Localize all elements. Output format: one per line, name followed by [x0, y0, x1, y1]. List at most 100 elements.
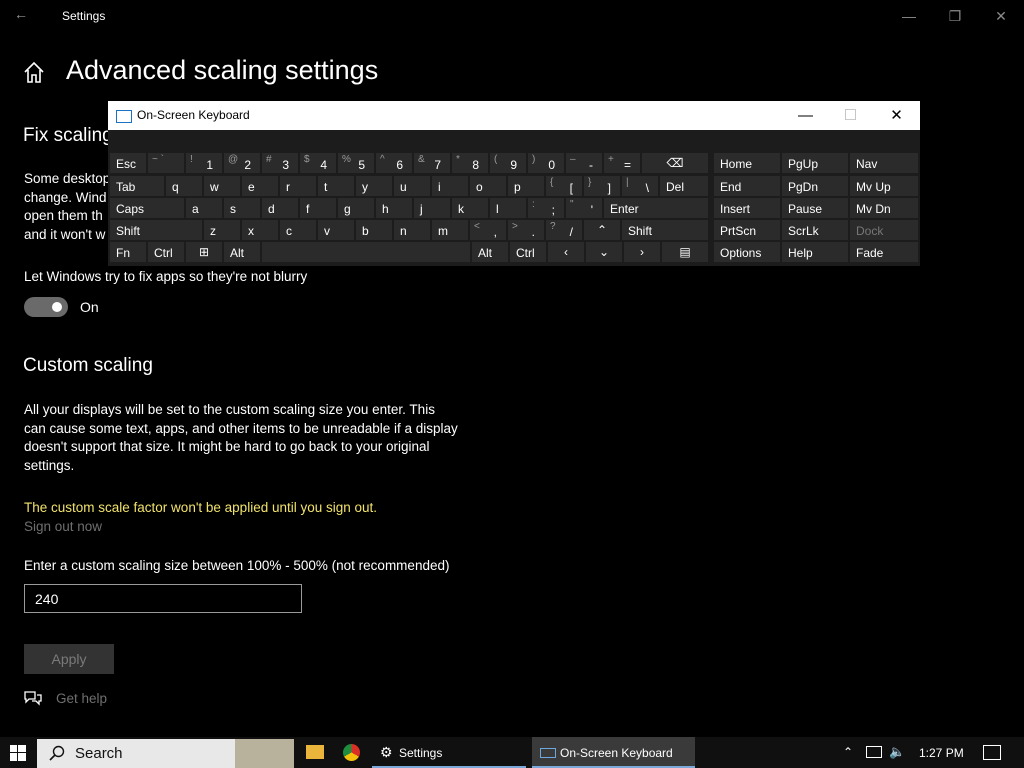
windows-start-icon[interactable]: [10, 745, 26, 761]
shift-right-key[interactable]: Shift: [622, 220, 708, 240]
symbol-key[interactable]: | \: [622, 176, 658, 196]
help-key[interactable]: Help: [782, 242, 848, 262]
letter-key-o[interactable]: o: [470, 176, 506, 196]
home-key[interactable]: Home: [714, 153, 780, 173]
close-button[interactable]: ✕: [978, 4, 1024, 28]
letter-key-z[interactable]: z: [204, 220, 240, 240]
minimize-button[interactable]: —: [886, 4, 932, 28]
insert-key[interactable]: Insert: [714, 198, 780, 218]
number-row-key[interactable]: ) 0: [528, 153, 564, 173]
file-explorer-icon[interactable]: [306, 745, 324, 759]
letter-key-k[interactable]: k: [452, 198, 488, 218]
letter-key-h[interactable]: h: [376, 198, 412, 218]
left-arrow-key[interactable]: ‹: [548, 242, 584, 262]
number-row-key[interactable]: @2: [224, 153, 260, 173]
number-row-key[interactable]: % 5: [338, 153, 374, 173]
clock[interactable]: 1:27 PM: [919, 746, 964, 760]
pgup-key[interactable]: PgUp: [782, 153, 848, 173]
chevron-up-icon[interactable]: ⌃: [843, 745, 853, 759]
letter-key-q[interactable]: q: [166, 176, 202, 196]
letter-key-x[interactable]: x: [242, 220, 278, 240]
taskbar-search-box[interactable]: Search: [37, 739, 294, 768]
prtscn-key[interactable]: PrtScn: [714, 220, 780, 240]
windows-key[interactable]: ⊞: [186, 242, 222, 262]
letter-key-j[interactable]: j: [414, 198, 450, 218]
symbol-key[interactable]: }]: [584, 176, 620, 196]
home-icon[interactable]: [22, 60, 46, 86]
fn-key[interactable]: Fn: [110, 242, 146, 262]
letter-key-u[interactable]: u: [394, 176, 430, 196]
fix-apps-toggle[interactable]: [24, 297, 68, 317]
taskbar-osk-app[interactable]: On-Screen Keyboard: [532, 737, 695, 768]
esc-key[interactable]: Esc: [110, 153, 146, 173]
number-row-key[interactable]: $4: [300, 153, 336, 173]
back-button[interactable]: ←: [14, 6, 36, 26]
dock-key[interactable]: Dock: [850, 220, 918, 240]
letter-key-r[interactable]: r: [280, 176, 316, 196]
letter-key-s[interactable]: s: [224, 198, 260, 218]
symbol-key[interactable]: <,: [470, 220, 506, 240]
symbol-key[interactable]: :;: [528, 198, 564, 218]
apply-button[interactable]: Apply: [24, 644, 114, 674]
number-row-key[interactable]: – -: [566, 153, 602, 173]
enter-key[interactable]: Enter: [604, 198, 708, 218]
letter-key-c[interactable]: c: [280, 220, 316, 240]
number-row-key[interactable]: ~ `: [148, 153, 184, 173]
letter-key-n[interactable]: n: [394, 220, 430, 240]
delete-key[interactable]: Del: [660, 176, 708, 196]
mvdn-key[interactable]: Mv Dn: [850, 198, 918, 218]
taskbar-settings-app[interactable]: ⚙ Settings: [372, 737, 526, 768]
letter-key-m[interactable]: m: [432, 220, 468, 240]
number-row-key[interactable]: & 7: [414, 153, 450, 173]
ctrl-left-key[interactable]: Ctrl: [148, 242, 184, 262]
context-menu-key[interactable]: ▤: [662, 242, 708, 262]
pause-key[interactable]: Pause: [782, 198, 848, 218]
symbol-key[interactable]: ? /: [546, 220, 582, 240]
volume-muted-icon[interactable]: 🔈: [889, 744, 905, 760]
scrlk-key[interactable]: ScrLk: [782, 220, 848, 240]
letter-key-p[interactable]: p: [508, 176, 544, 196]
chrome-icon[interactable]: [343, 744, 360, 761]
tab-key[interactable]: Tab: [110, 176, 164, 196]
up-arrow-key[interactable]: ⌃: [584, 220, 620, 240]
alt-left-key[interactable]: Alt: [224, 242, 260, 262]
pgdn-key[interactable]: PgDn: [782, 176, 848, 196]
mvup-key[interactable]: Mv Up: [850, 176, 918, 196]
custom-scaling-input[interactable]: [24, 584, 302, 613]
number-row-key[interactable]: #3: [262, 153, 298, 173]
letter-key-v[interactable]: v: [318, 220, 354, 240]
letter-key-a[interactable]: a: [186, 198, 222, 218]
space-key[interactable]: [262, 242, 470, 262]
network-icon[interactable]: [866, 746, 882, 758]
right-arrow-key[interactable]: ›: [624, 242, 660, 262]
letter-key-t[interactable]: t: [318, 176, 354, 196]
shift-left-key[interactable]: Shift: [110, 220, 202, 240]
restore-button[interactable]: ❐: [932, 4, 978, 28]
letter-key-f[interactable]: f: [300, 198, 336, 218]
letter-key-i[interactable]: i: [432, 176, 468, 196]
options-key[interactable]: Options: [714, 242, 780, 262]
symbol-key[interactable]: {[: [546, 176, 582, 196]
end-key[interactable]: End: [714, 176, 780, 196]
letter-key-l[interactable]: l: [490, 198, 526, 218]
get-help-link[interactable]: Get help: [56, 690, 107, 709]
number-row-key[interactable]: * 8: [452, 153, 488, 173]
symbol-key[interactable]: " ': [566, 198, 602, 218]
fade-key[interactable]: Fade: [850, 242, 918, 262]
letter-key-d[interactable]: d: [262, 198, 298, 218]
nav-key[interactable]: Nav: [850, 153, 918, 173]
letter-key-e[interactable]: e: [242, 176, 278, 196]
letter-key-g[interactable]: g: [338, 198, 374, 218]
number-row-key[interactable]: ! 1: [186, 153, 222, 173]
number-row-key[interactable]: ^ 6: [376, 153, 412, 173]
letter-key-b[interactable]: b: [356, 220, 392, 240]
notifications-icon[interactable]: [983, 745, 1001, 760]
sign-out-link[interactable]: Sign out now: [24, 518, 102, 537]
ctrl-right-key[interactable]: Ctrl: [510, 242, 546, 262]
number-row-key[interactable]: + =: [604, 153, 640, 173]
symbol-key[interactable]: >.: [508, 220, 544, 240]
letter-key-y[interactable]: y: [356, 176, 392, 196]
alt-right-key[interactable]: Alt: [472, 242, 508, 262]
backspace-key[interactable]: ⌫: [642, 153, 708, 173]
letter-key-w[interactable]: w: [204, 176, 240, 196]
